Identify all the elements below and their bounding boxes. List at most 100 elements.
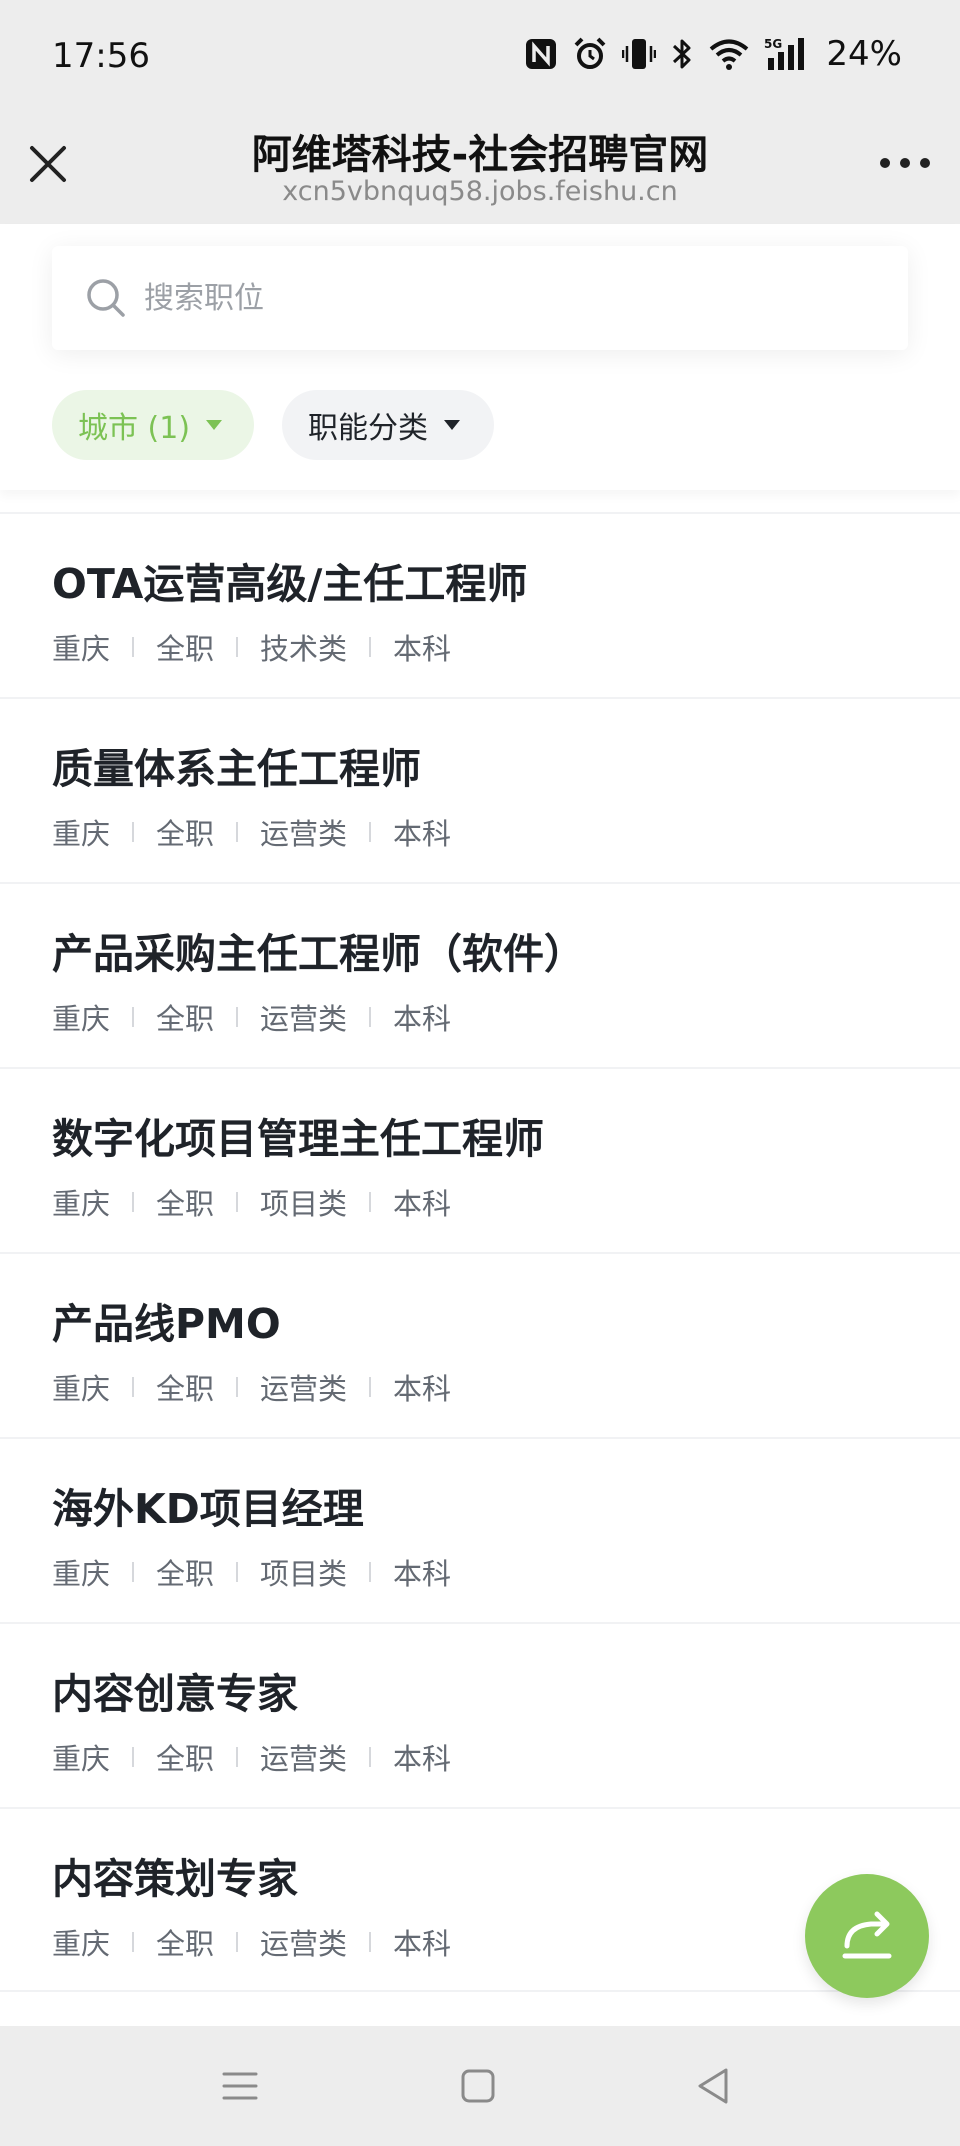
menu-icon[interactable] [218,2064,262,2108]
job-city: 重庆 [52,632,111,666]
search-box[interactable] [52,246,908,350]
job-title: 数字化项目管理主任工程师 [52,1115,544,1163]
job-tags: 重庆 全职 运营类 本科 [52,1736,451,1778]
status-bar: 17:56 5G 24% [0,0,960,110]
job-city: 重庆 [52,1557,111,1591]
page-url: xcn5vbnquq58.jobs.feishu.cn [282,176,678,207]
job-title: 内容策划专家 [52,1855,298,1903]
job-category: 运营类 [260,1372,348,1406]
job-education: 本科 [393,1187,452,1221]
job-list-item[interactable]: 产品线PMO 重庆 全职 运营类 本科 [0,1252,960,1437]
job-tags: 重庆 全职 项目类 本科 [52,1181,451,1223]
system-nav-bar [0,2026,960,2146]
job-category: 项目类 [260,1187,348,1221]
city-filter-chip[interactable]: 城市 (1) [52,390,254,460]
caret-down-icon [444,420,460,430]
job-category: 运营类 [260,817,348,851]
search-input[interactable] [144,246,844,350]
job-title: 产品采购主任工程师（软件） [52,930,585,978]
home-icon[interactable] [456,2064,500,2108]
job-education: 本科 [393,1372,452,1406]
job-type: 全职 [156,1187,215,1221]
share-button[interactable] [805,1874,929,1998]
job-list-item[interactable]: 海外KD项目经理 重庆 全职 项目类 本科 [0,1437,960,1622]
job-category: 技术类 [260,632,348,666]
filter-area: 城市 (1) 职能分类 [0,224,960,490]
tag-divider [236,1192,239,1212]
job-tags: 重庆 全职 运营类 本科 [52,1921,451,1963]
tag-divider [369,1932,372,1952]
job-type: 全职 [156,1742,215,1776]
function-filter-chip[interactable]: 职能分类 [282,390,494,460]
job-type: 全职 [156,1557,215,1591]
tag-divider [236,822,239,842]
tag-divider [236,1562,239,1582]
job-city: 重庆 [52,817,111,851]
tag-divider [369,1562,372,1582]
job-city: 重庆 [52,1187,111,1221]
5g-signal-icon: 5G [764,34,810,74]
tag-divider [236,637,239,657]
tag-divider [369,822,372,842]
job-list-item[interactable]: 产品采购主任工程师（软件） 重庆 全职 运营类 本科 [0,882,960,1067]
tag-divider [236,1932,239,1952]
tag-divider [132,1007,135,1027]
wifi-icon [708,34,750,74]
job-tags: 重庆 全职 技术类 本科 [52,626,451,668]
job-type: 全职 [156,817,215,851]
job-city: 重庆 [52,1927,111,1961]
status-time: 17:56 [52,36,150,76]
tag-divider [132,1747,135,1767]
job-tags: 重庆 全职 项目类 本科 [52,1551,451,1593]
page-title: 阿维塔科技-社会招聘官网 [251,132,709,178]
job-title: 海外KD项目经理 [52,1485,364,1533]
title-bar: 阿维塔科技-社会招聘官网 xcn5vbnquq58.jobs.feishu.cn [0,110,960,224]
nfc-icon [524,34,558,74]
function-filter-label: 职能分类 [308,411,428,446]
share-icon [837,1906,897,1966]
job-title: 内容创意专家 [52,1670,298,1718]
job-type: 全职 [156,1372,215,1406]
tag-divider [236,1747,239,1767]
job-category: 运营类 [260,1002,348,1036]
job-category: 运营类 [260,1742,348,1776]
job-tags: 重庆 全职 运营类 本科 [52,996,451,1038]
job-list-item[interactable]: 数字化项目管理主任工程师 重庆 全职 项目类 本科 [0,1067,960,1252]
job-list-item[interactable]: OTA运营高级/主任工程师 重庆 全职 技术类 本科 [0,512,960,697]
job-education: 本科 [393,1002,452,1036]
tag-divider [132,822,135,842]
tag-divider [132,1932,135,1952]
tag-divider [132,1192,135,1212]
tag-divider [369,1377,372,1397]
more-icon[interactable] [880,150,930,176]
alarm-icon [572,34,608,74]
job-city: 重庆 [52,1002,111,1036]
tag-divider [369,1007,372,1027]
job-title: OTA运营高级/主任工程师 [52,560,528,608]
job-category: 运营类 [260,1927,348,1961]
job-education: 本科 [393,632,452,666]
tag-divider [369,1747,372,1767]
job-city: 重庆 [52,1742,111,1776]
tag-divider [132,637,135,657]
job-list: OTA运营高级/主任工程师 重庆 全职 技术类 本科 质量体系主任工程师 重庆 … [0,512,960,1992]
job-list-item[interactable]: 质量体系主任工程师 重庆 全职 运营类 本科 [0,697,960,882]
bluetooth-icon [670,34,694,74]
job-city: 重庆 [52,1372,111,1406]
tag-divider [132,1562,135,1582]
job-tags: 重庆 全职 运营类 本科 [52,811,451,853]
job-list-item[interactable]: 内容创意专家 重庆 全职 运营类 本科 [0,1622,960,1807]
tag-divider [132,1377,135,1397]
caret-down-icon [206,420,223,430]
job-education: 本科 [393,1557,452,1591]
city-filter-label: 城市 (1) [78,411,191,446]
battery-percent: 24% [826,34,902,74]
job-education: 本科 [393,1927,452,1961]
job-type: 全职 [156,632,215,666]
back-icon[interactable] [692,2064,736,2108]
search-icon [84,276,128,320]
job-education: 本科 [393,1742,452,1776]
job-type: 全职 [156,1927,215,1961]
vibrate-icon [622,34,657,74]
job-tags: 重庆 全职 运营类 本科 [52,1366,451,1408]
